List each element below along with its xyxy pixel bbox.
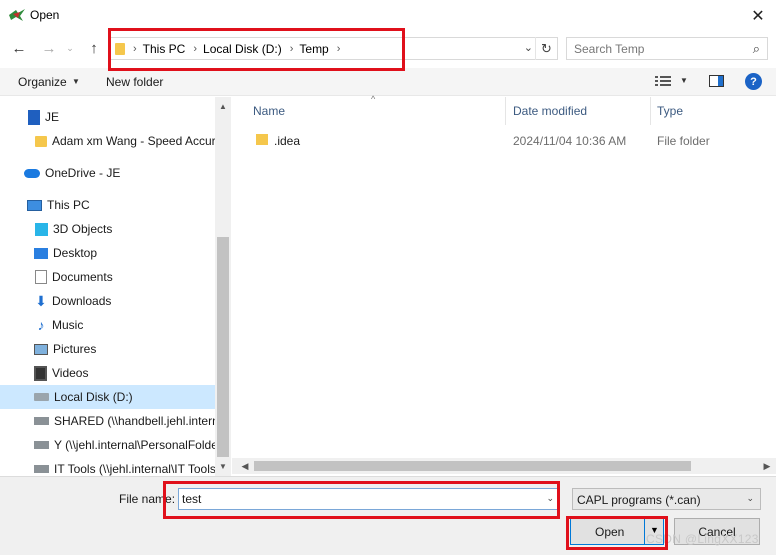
computer-icon bbox=[27, 199, 42, 211]
sidebar-item-label: Pictures bbox=[53, 342, 97, 356]
search-input[interactable]: Search Temp ⌕ bbox=[566, 37, 768, 60]
help-icon[interactable]: ? bbox=[745, 73, 762, 90]
sidebar-item-downloads[interactable]: ⬇ Downloads bbox=[0, 289, 215, 313]
sidebar-item-personal-folder[interactable]: Y (\\jehl.internal\PersonalFolde bbox=[0, 433, 215, 457]
sidebar-item-desktop[interactable]: Desktop bbox=[0, 241, 215, 265]
sidebar-item-label: Local Disk (D:) bbox=[54, 390, 133, 404]
caret-down-icon[interactable]: ▼ bbox=[72, 77, 80, 86]
sidebar-item-3d-objects[interactable]: 3D Objects bbox=[0, 217, 215, 241]
file-list[interactable] bbox=[232, 97, 776, 476]
refresh-button[interactable]: ↻ bbox=[535, 37, 557, 60]
caret-down-icon[interactable]: ▼ bbox=[680, 76, 688, 85]
sidebar-item-label: Documents bbox=[52, 270, 113, 284]
recent-locations-button[interactable]: ⌄ bbox=[63, 38, 77, 58]
organize-button[interactable]: Organize bbox=[18, 75, 67, 89]
sidebar-item-pictures[interactable]: Pictures bbox=[0, 337, 215, 361]
pictures-icon bbox=[34, 343, 48, 355]
column-header-date-modified[interactable]: Date modified bbox=[513, 104, 587, 118]
back-button[interactable]: ← bbox=[8, 38, 30, 58]
sidebar-item-label: 3D Objects bbox=[53, 222, 113, 236]
view-options-icon[interactable] bbox=[655, 75, 671, 87]
search-icon: ⌕ bbox=[752, 41, 760, 56]
sidebar-item-shared[interactable]: SHARED (\\handbell.jehl.intern bbox=[0, 409, 215, 433]
new-folder-button[interactable]: New folder bbox=[106, 75, 163, 89]
up-button[interactable]: ↑ bbox=[83, 38, 105, 58]
sidebar-item-it-tools[interactable]: IT Tools (\\jehl.internal\IT Tools bbox=[0, 457, 215, 476]
file-name-cell[interactable]: .idea bbox=[274, 134, 300, 148]
scroll-down-icon[interactable]: ▼ bbox=[215, 459, 231, 473]
sidebar-item-label: Y (\\jehl.internal\PersonalFolde bbox=[54, 438, 215, 452]
folder-icon bbox=[35, 135, 47, 147]
type-cell: File folder bbox=[657, 134, 710, 148]
onedrive-icon bbox=[24, 168, 40, 178]
forward-button[interactable]: → bbox=[38, 38, 60, 58]
network-drive-icon bbox=[34, 417, 49, 425]
file-type-select[interactable]: CAPL programs (*.can) ⌄ bbox=[572, 488, 761, 510]
sidebar-item-label: OneDrive - JE bbox=[45, 166, 121, 180]
search-placeholder: Search Temp bbox=[574, 42, 645, 56]
sidebar-item-adam-folder[interactable]: Adam xm Wang - Speed Accur bbox=[0, 129, 215, 153]
scroll-up-icon[interactable]: ▲ bbox=[215, 99, 231, 113]
music-icon: ♪ bbox=[37, 317, 45, 333]
sidebar-item-label: Downloads bbox=[52, 294, 112, 308]
downloads-icon: ⬇ bbox=[35, 293, 47, 309]
sidebar-scroll-thumb[interactable] bbox=[217, 237, 229, 457]
videos-icon bbox=[34, 365, 47, 381]
preview-pane-icon[interactable] bbox=[709, 75, 724, 87]
chevron-down-icon[interactable]: ⌄ bbox=[746, 493, 754, 504]
sidebar-item-label: Adam xm Wang - Speed Accur bbox=[52, 134, 215, 148]
sidebar-item-label: SHARED (\\handbell.jehl.intern bbox=[54, 414, 215, 428]
sidebar-item-this-pc[interactable]: This PC bbox=[0, 193, 215, 217]
sidebar-item-label: Videos bbox=[52, 366, 89, 380]
sidebar-item-label: IT Tools (\\jehl.internal\IT Tools bbox=[54, 462, 215, 476]
horizontal-scroll-thumb[interactable] bbox=[254, 461, 691, 471]
sidebar-item-onedrive[interactable]: OneDrive - JE bbox=[0, 161, 215, 185]
column-header-type[interactable]: Type bbox=[657, 104, 683, 118]
network-drive-icon bbox=[34, 465, 49, 473]
sidebar-item-label: JE bbox=[45, 110, 60, 124]
document-icon bbox=[28, 109, 40, 125]
sidebar-item-je[interactable]: JE bbox=[0, 105, 215, 129]
3d-objects-icon bbox=[35, 222, 48, 236]
drive-icon bbox=[34, 393, 49, 401]
address-highlight-box bbox=[108, 28, 405, 71]
app-icon bbox=[9, 9, 25, 21]
sidebar-item-documents[interactable]: Documents bbox=[0, 265, 215, 289]
sidebar-item-music[interactable]: ♪ Music bbox=[0, 313, 215, 337]
desktop-icon bbox=[34, 247, 48, 259]
file-type-value: CAPL programs (*.can) bbox=[577, 493, 701, 507]
network-drive-icon bbox=[34, 441, 49, 449]
sort-ascending-icon: ^ bbox=[371, 94, 376, 104]
sidebar-item-videos[interactable]: Videos bbox=[0, 361, 215, 385]
scroll-left-icon[interactable]: ◀ bbox=[238, 459, 252, 473]
scroll-right-icon[interactable]: ▶ bbox=[760, 459, 774, 473]
folder-icon bbox=[256, 134, 268, 145]
file-name-highlight-box bbox=[163, 481, 560, 519]
column-divider[interactable] bbox=[505, 97, 506, 125]
sidebar-item-label: Music bbox=[52, 318, 84, 332]
window-title: Open bbox=[30, 8, 60, 22]
column-divider[interactable] bbox=[650, 97, 651, 125]
sidebar-item-label: This PC bbox=[47, 198, 90, 212]
documents-icon bbox=[35, 270, 47, 284]
close-button[interactable]: ✕ bbox=[744, 4, 772, 28]
date-modified-cell: 2024/11/04 10:36 AM bbox=[513, 134, 627, 148]
chevron-down-icon[interactable]: ⌄ bbox=[524, 41, 533, 54]
navigation-pane[interactable]: JE Adam xm Wang - Speed Accur OneDrive -… bbox=[0, 97, 231, 476]
sidebar-item-local-disk[interactable]: Local Disk (D:) bbox=[0, 385, 215, 409]
sidebar-item-label: Desktop bbox=[53, 246, 98, 260]
open-button-highlight-box bbox=[566, 516, 668, 550]
column-header-name[interactable]: Name bbox=[253, 104, 285, 118]
title-bar bbox=[0, 0, 776, 31]
